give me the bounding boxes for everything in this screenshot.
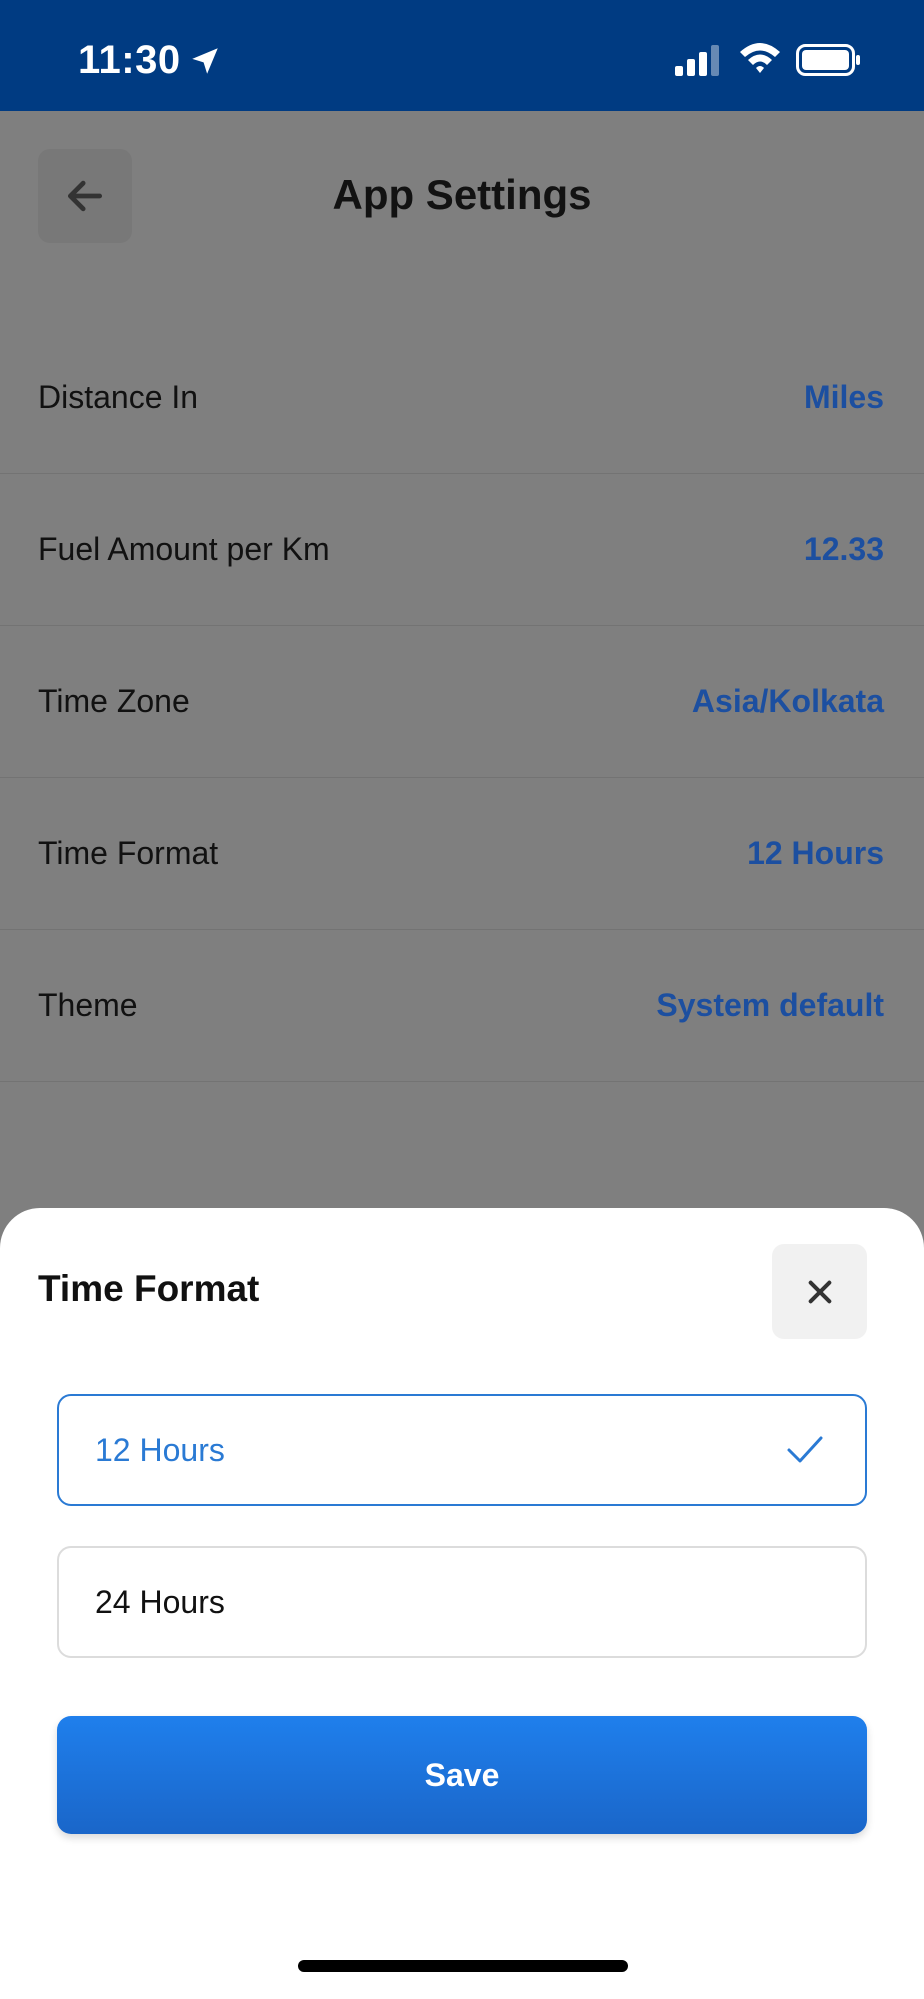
sheet-title: Time Format <box>38 1268 260 1309</box>
wifi-icon <box>740 43 780 73</box>
page-title: App Settings <box>332 171 592 218</box>
battery-icon <box>796 44 860 76</box>
close-button[interactable] <box>772 1244 867 1339</box>
setting-value: Miles <box>803 379 884 415</box>
settings-list: Distance In Miles Fuel Amount per Km 12.… <box>0 322 924 1082</box>
cellular-signal-icon <box>675 45 719 76</box>
setting-row-time-format[interactable]: Time Format 12 Hours <box>0 778 924 930</box>
setting-label: Fuel Amount per Km <box>38 531 330 567</box>
status-bar: 11:30 <box>0 0 924 111</box>
setting-value: 12.33 <box>803 531 884 567</box>
setting-row-distance[interactable]: Distance In Miles <box>0 322 924 474</box>
checkmark-icon <box>787 1436 823 1463</box>
location-arrow-icon <box>192 48 218 74</box>
close-icon <box>808 1280 831 1303</box>
save-button[interactable]: Save <box>57 1716 867 1834</box>
option-label: 24 Hours <box>95 1583 225 1620</box>
setting-label: Time Zone <box>38 683 190 719</box>
option-label: 12 Hours <box>95 1431 225 1468</box>
setting-value: System default <box>656 987 884 1023</box>
home-indicator <box>298 1960 628 1972</box>
setting-label: Time Format <box>38 835 219 871</box>
setting-value: Asia/Kolkata <box>691 683 884 719</box>
setting-row-fuel-amount[interactable]: Fuel Amount per Km 12.33 <box>0 474 924 626</box>
status-time: 11:30 <box>78 38 181 82</box>
setting-value: 12 Hours <box>747 835 884 871</box>
setting-row-time-zone[interactable]: Time Zone Asia/Kolkata <box>0 626 924 778</box>
option-12-hours[interactable]: 12 Hours <box>57 1394 867 1506</box>
time-format-sheet: Time Format 12 Hours 24 Hours Save <box>0 1208 924 1999</box>
option-24-hours[interactable]: 24 Hours <box>57 1546 867 1658</box>
setting-label: Distance In <box>38 379 199 415</box>
setting-label: Theme <box>38 987 138 1023</box>
setting-row-theme[interactable]: Theme System default <box>0 930 924 1082</box>
